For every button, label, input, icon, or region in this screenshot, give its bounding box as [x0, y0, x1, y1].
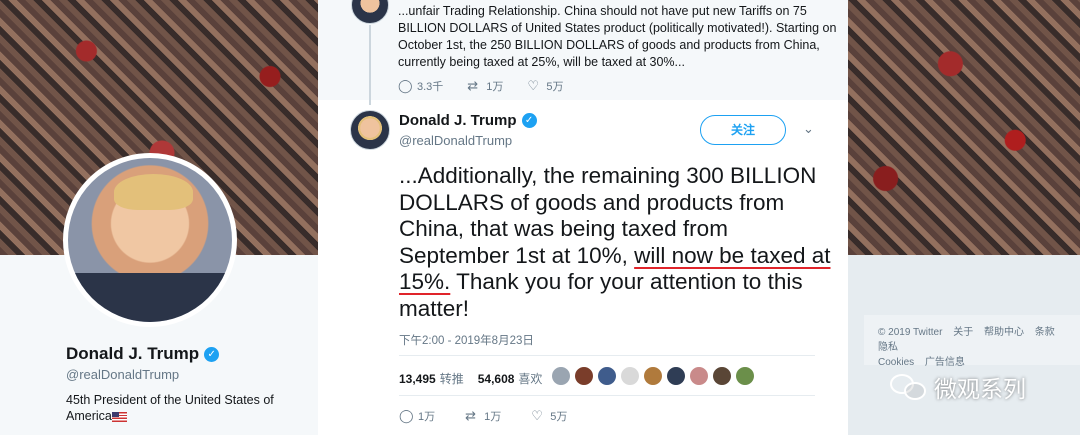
previous-tweet-avatar[interactable] [351, 0, 389, 24]
liker-avatar[interactable] [735, 366, 755, 386]
like-count: 5万 [550, 411, 568, 423]
avatar-suit [68, 272, 232, 322]
footer-link[interactable]: 帮助中心 [984, 327, 1024, 338]
watermark: 微观系列 [890, 370, 1026, 404]
chevron-down-icon[interactable]: ⌄ [803, 121, 814, 137]
like-stat[interactable]: 54,608 喜欢 [478, 370, 543, 387]
watermark-text: 微观系列 [934, 376, 1026, 402]
reply-count: 1万 [418, 411, 436, 423]
previous-tweet[interactable]: ...unfair Trading Relationship. China sh… [318, 0, 848, 105]
profile-handle[interactable]: @realDonaldTrump [66, 367, 179, 382]
retweet-stat-count: 13,495 [399, 372, 436, 386]
tweet-author-name-text[interactable]: Donald J. Trump [399, 112, 517, 129]
profile-bio: 45th President of the United States of A… [66, 392, 286, 424]
liker-avatar[interactable] [620, 366, 640, 386]
profile-bio-text: 45th President of the United States of A… [66, 393, 274, 423]
retweet-button[interactable]: ⇄ 1万 [467, 78, 503, 94]
like-button[interactable]: ♡ 5万 [531, 408, 567, 424]
liker-avatar[interactable] [597, 366, 617, 386]
liker-avatar[interactable] [666, 366, 686, 386]
liker-avatar[interactable] [643, 366, 663, 386]
follow-button[interactable]: 关注 [700, 115, 786, 145]
tweet-author-handle[interactable]: @realDonaldTrump [399, 133, 512, 148]
retweet-stat-label: 转推 [439, 372, 464, 386]
tweet-author-name[interactable]: Donald J. Trump ✓ [399, 112, 537, 129]
like-button[interactable]: ♡ 5万 [527, 78, 563, 94]
reply-count: 3.3千 [417, 81, 444, 93]
heart-icon: ♡ [531, 408, 543, 423]
footer-link[interactable]: © 2019 Twitter [878, 327, 942, 338]
liker-avatar[interactable] [574, 366, 594, 386]
retweet-count: 1万 [484, 411, 502, 423]
reply-button[interactable]: ◯ 3.3千 [398, 78, 443, 94]
tweet-panel: ...unfair Trading Relationship. China sh… [318, 0, 848, 435]
liker-avatar[interactable] [551, 366, 571, 386]
retweet-button[interactable]: ⇄ 1万 [465, 408, 501, 424]
tweet-text-part: Thank you for your attention to this mat… [399, 269, 803, 321]
liker-avatars [551, 366, 755, 386]
wechat-icon [890, 372, 928, 402]
tweet-stats: 13,495 转推 54,608 喜欢 [399, 370, 542, 387]
retweet-icon: ⇄ [465, 408, 477, 423]
liker-avatar[interactable] [712, 366, 732, 386]
like-stat-label: 喜欢 [518, 372, 543, 386]
tweet-timestamp[interactable]: 下午2:00 - 2019年8月23日 [399, 332, 534, 348]
previous-tweet-actions: ◯ 3.3千 ⇄ 1万 ♡ 5万 [398, 78, 564, 94]
footer-link[interactable]: 关于 [953, 327, 973, 338]
retweet-count: 1万 [486, 81, 504, 93]
tweet-text: ...Additionally, the remaining 300 BILLI… [399, 163, 839, 322]
retweet-stat[interactable]: 13,495 转推 [399, 370, 464, 387]
like-stat-count: 54,608 [477, 372, 515, 386]
verified-badge-icon: ✓ [204, 346, 220, 362]
divider [399, 355, 815, 356]
avatar-hair [113, 174, 193, 211]
footer-links: © 2019 Twitter 关于 帮助中心 条款 隐私 Cookies 广告信… [864, 315, 1080, 368]
footer-link[interactable]: Cookies [878, 357, 914, 368]
tweet-author-avatar[interactable] [350, 110, 390, 150]
divider [399, 395, 815, 396]
profile-name[interactable]: Donald J. Trump ✓ [66, 344, 220, 364]
previous-tweet-text: ...unfair Trading Relationship. China sh… [398, 4, 837, 69]
footer-link[interactable]: 隐私 [878, 342, 898, 353]
reply-button[interactable]: ◯ 1万 [399, 408, 435, 424]
heart-icon: ♡ [527, 78, 540, 93]
profile-name-text[interactable]: Donald J. Trump [66, 344, 199, 364]
footer-link[interactable]: 条款 [1035, 327, 1055, 338]
like-count: 5万 [546, 81, 564, 93]
profile-avatar[interactable] [63, 153, 237, 327]
retweet-icon: ⇄ [467, 78, 479, 93]
thread-connector [369, 25, 371, 105]
tweet-actions: ◯ 1万 ⇄ 1万 ♡ 5万 [399, 408, 567, 424]
verified-badge-icon: ✓ [521, 113, 537, 128]
footer-link[interactable]: 广告信息 [925, 357, 965, 368]
reply-icon: ◯ [399, 408, 414, 423]
liker-avatar[interactable] [689, 366, 709, 386]
us-flag-icon [111, 411, 127, 422]
reply-icon: ◯ [398, 78, 413, 93]
